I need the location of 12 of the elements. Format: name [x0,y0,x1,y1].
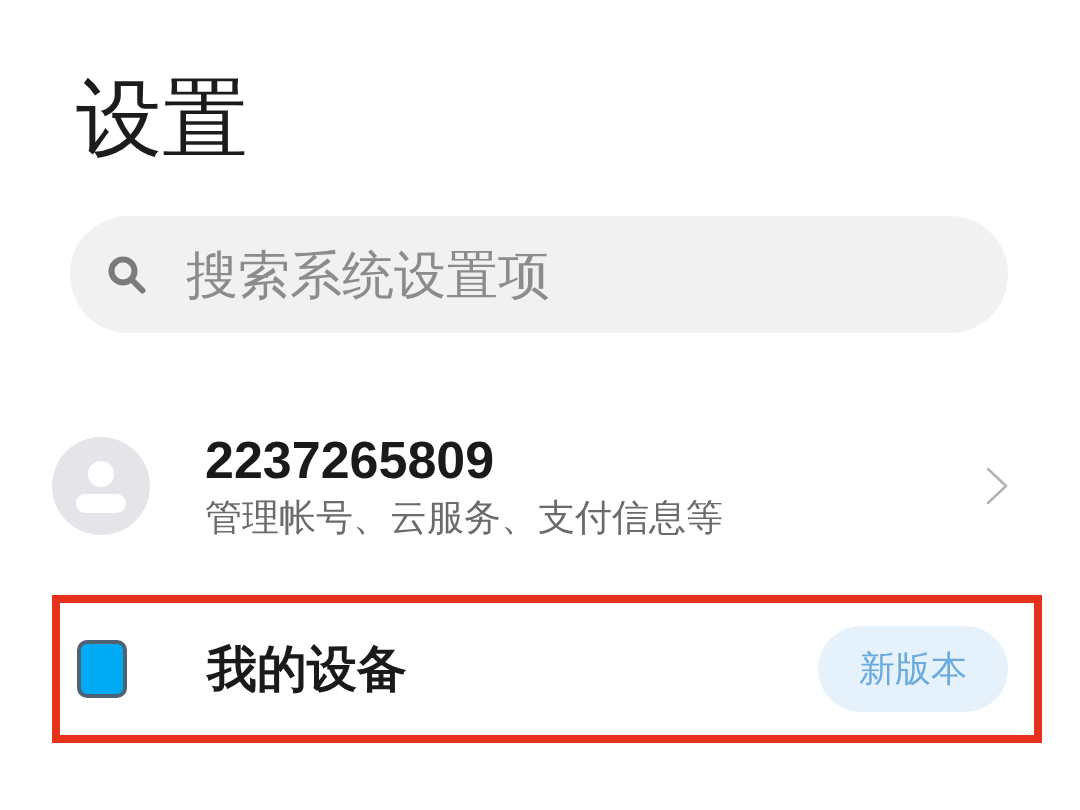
page-title: 设置 [76,67,248,170]
search-field[interactable]: 搜索系统设置项 [70,216,1008,333]
search-icon [108,256,146,294]
account-row[interactable]: 2237265809 管理帐号、云服务、支付信息等 [44,423,1024,549]
phone-icon [77,640,127,698]
new-version-badge: 新版本 [818,626,1008,712]
settings-item[interactable]: 我的设备 新版本 [52,595,1042,743]
account-id: 2237265809 [205,430,495,490]
account-subtitle: 管理帐号、云服务、支付信息等 [205,495,723,541]
item-title: 我的设备 [207,638,407,700]
user-avatar-icon [52,437,150,535]
chevron-right-icon [986,467,1008,505]
